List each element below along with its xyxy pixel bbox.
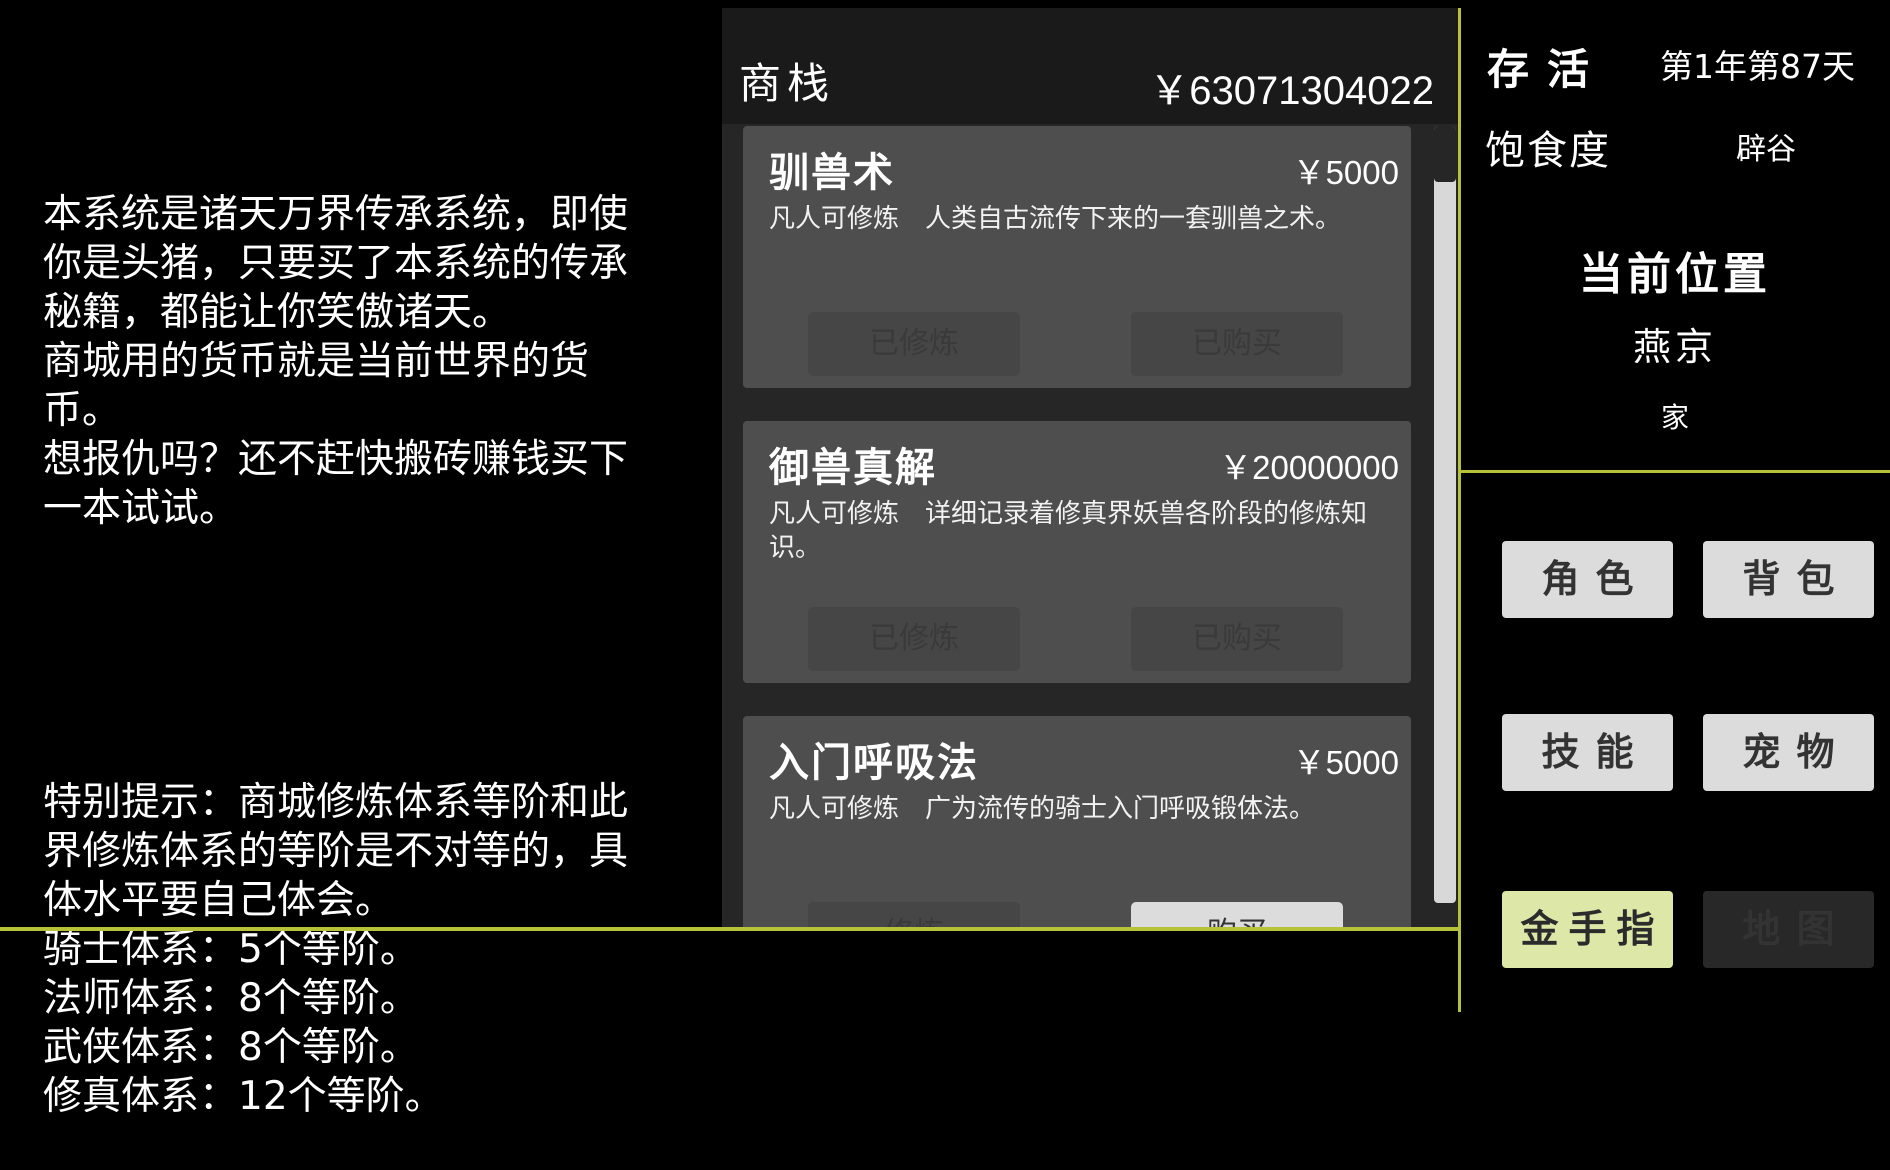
item-price: ￥5000 [1292, 154, 1399, 191]
buy-button[interactable]: 已购买 [1131, 312, 1343, 376]
buy-button[interactable]: 已购买 [1131, 607, 1343, 671]
item-description: 凡人可修炼 广为流传的骑士入门呼吸锻体法。 [769, 794, 1316, 824]
train-button[interactable]: 修炼 [808, 902, 1020, 928]
survival-label: 存活 [1487, 45, 1608, 94]
train-button[interactable]: 已修炼 [808, 312, 1020, 376]
golden-finger-button[interactable]: 金手指 [1502, 891, 1673, 968]
shop-title: 商栈 [739, 59, 836, 108]
status-divider [1460, 470, 1890, 473]
item-name: 驯兽术 [769, 150, 895, 196]
shop-item-card: 入门呼吸法 ￥5000 凡人可修炼 广为流传的骑士入门呼吸锻体法。 修炼 购买 [743, 716, 1411, 928]
shop-item-list: 驯兽术 ￥5000 凡人可修炼 人类自古流传下来的一套驯兽之术。 已修炼 已购买… [743, 126, 1415, 928]
buy-button[interactable]: 购买 [1131, 902, 1343, 928]
scrollbar-thumb[interactable] [1434, 126, 1456, 182]
satiety-value: 辟谷 [1736, 132, 1796, 167]
character-button[interactable]: 角色 [1502, 541, 1673, 618]
bottom-divider [0, 927, 1460, 931]
game-date: 第1年第87天 [1660, 47, 1855, 86]
item-description: 凡人可修炼 详细记录着修真界妖兽各阶段的修炼知识。 [769, 499, 1368, 563]
item-name: 御兽真解 [769, 445, 937, 491]
right-panel-divider [1458, 8, 1461, 1012]
map-button[interactable]: 地图 [1703, 891, 1874, 968]
location-city: 燕京 [1632, 325, 1717, 369]
satiety-label: 饱食度 [1485, 128, 1611, 174]
shop-scrollbar[interactable] [1434, 126, 1456, 903]
pets-button[interactable]: 宠物 [1703, 714, 1874, 791]
item-price: ￥5000 [1292, 744, 1399, 781]
location-title: 当前位置 [1579, 249, 1771, 300]
shop-header: 商栈 ￥63071304022 [722, 8, 1458, 124]
intro-paragraph-2: 特别提示：商城修炼体系等阶和此界修炼体系的等阶是不对等的，具体水平要自己体会。 … [43, 780, 629, 1119]
system-intro-text: 本系统是诸天万界传承系统，即使你是头猪，只要买了本系统的传承秘籍，都能让你笑傲诸… [43, 92, 663, 1170]
money-balance: ￥63071304022 [1149, 69, 1434, 113]
item-name: 入门呼吸法 [769, 740, 979, 786]
location-place: 家 [1660, 401, 1689, 434]
skills-button[interactable]: 技能 [1502, 714, 1673, 791]
shop-item-card: 御兽真解 ￥20000000 凡人可修炼 详细记录着修真界妖兽各阶段的修炼知识。… [743, 421, 1411, 683]
item-description: 凡人可修炼 人类自古流传下来的一套驯兽之术。 [769, 204, 1342, 234]
item-price: ￥20000000 [1219, 449, 1399, 486]
shop-item-card: 驯兽术 ￥5000 凡人可修炼 人类自古流传下来的一套驯兽之术。 已修炼 已购买 [743, 126, 1411, 388]
shop-panel: 商栈 ￥63071304022 驯兽术 ￥5000 凡人可修炼 人类自古流传下来… [722, 8, 1458, 928]
backpack-button[interactable]: 背包 [1703, 541, 1874, 618]
intro-paragraph-1: 本系统是诸天万界传承系统，即使你是头猪，只要买了本系统的传承秘籍，都能让你笑傲诸… [43, 192, 629, 531]
train-button[interactable]: 已修炼 [808, 607, 1020, 671]
